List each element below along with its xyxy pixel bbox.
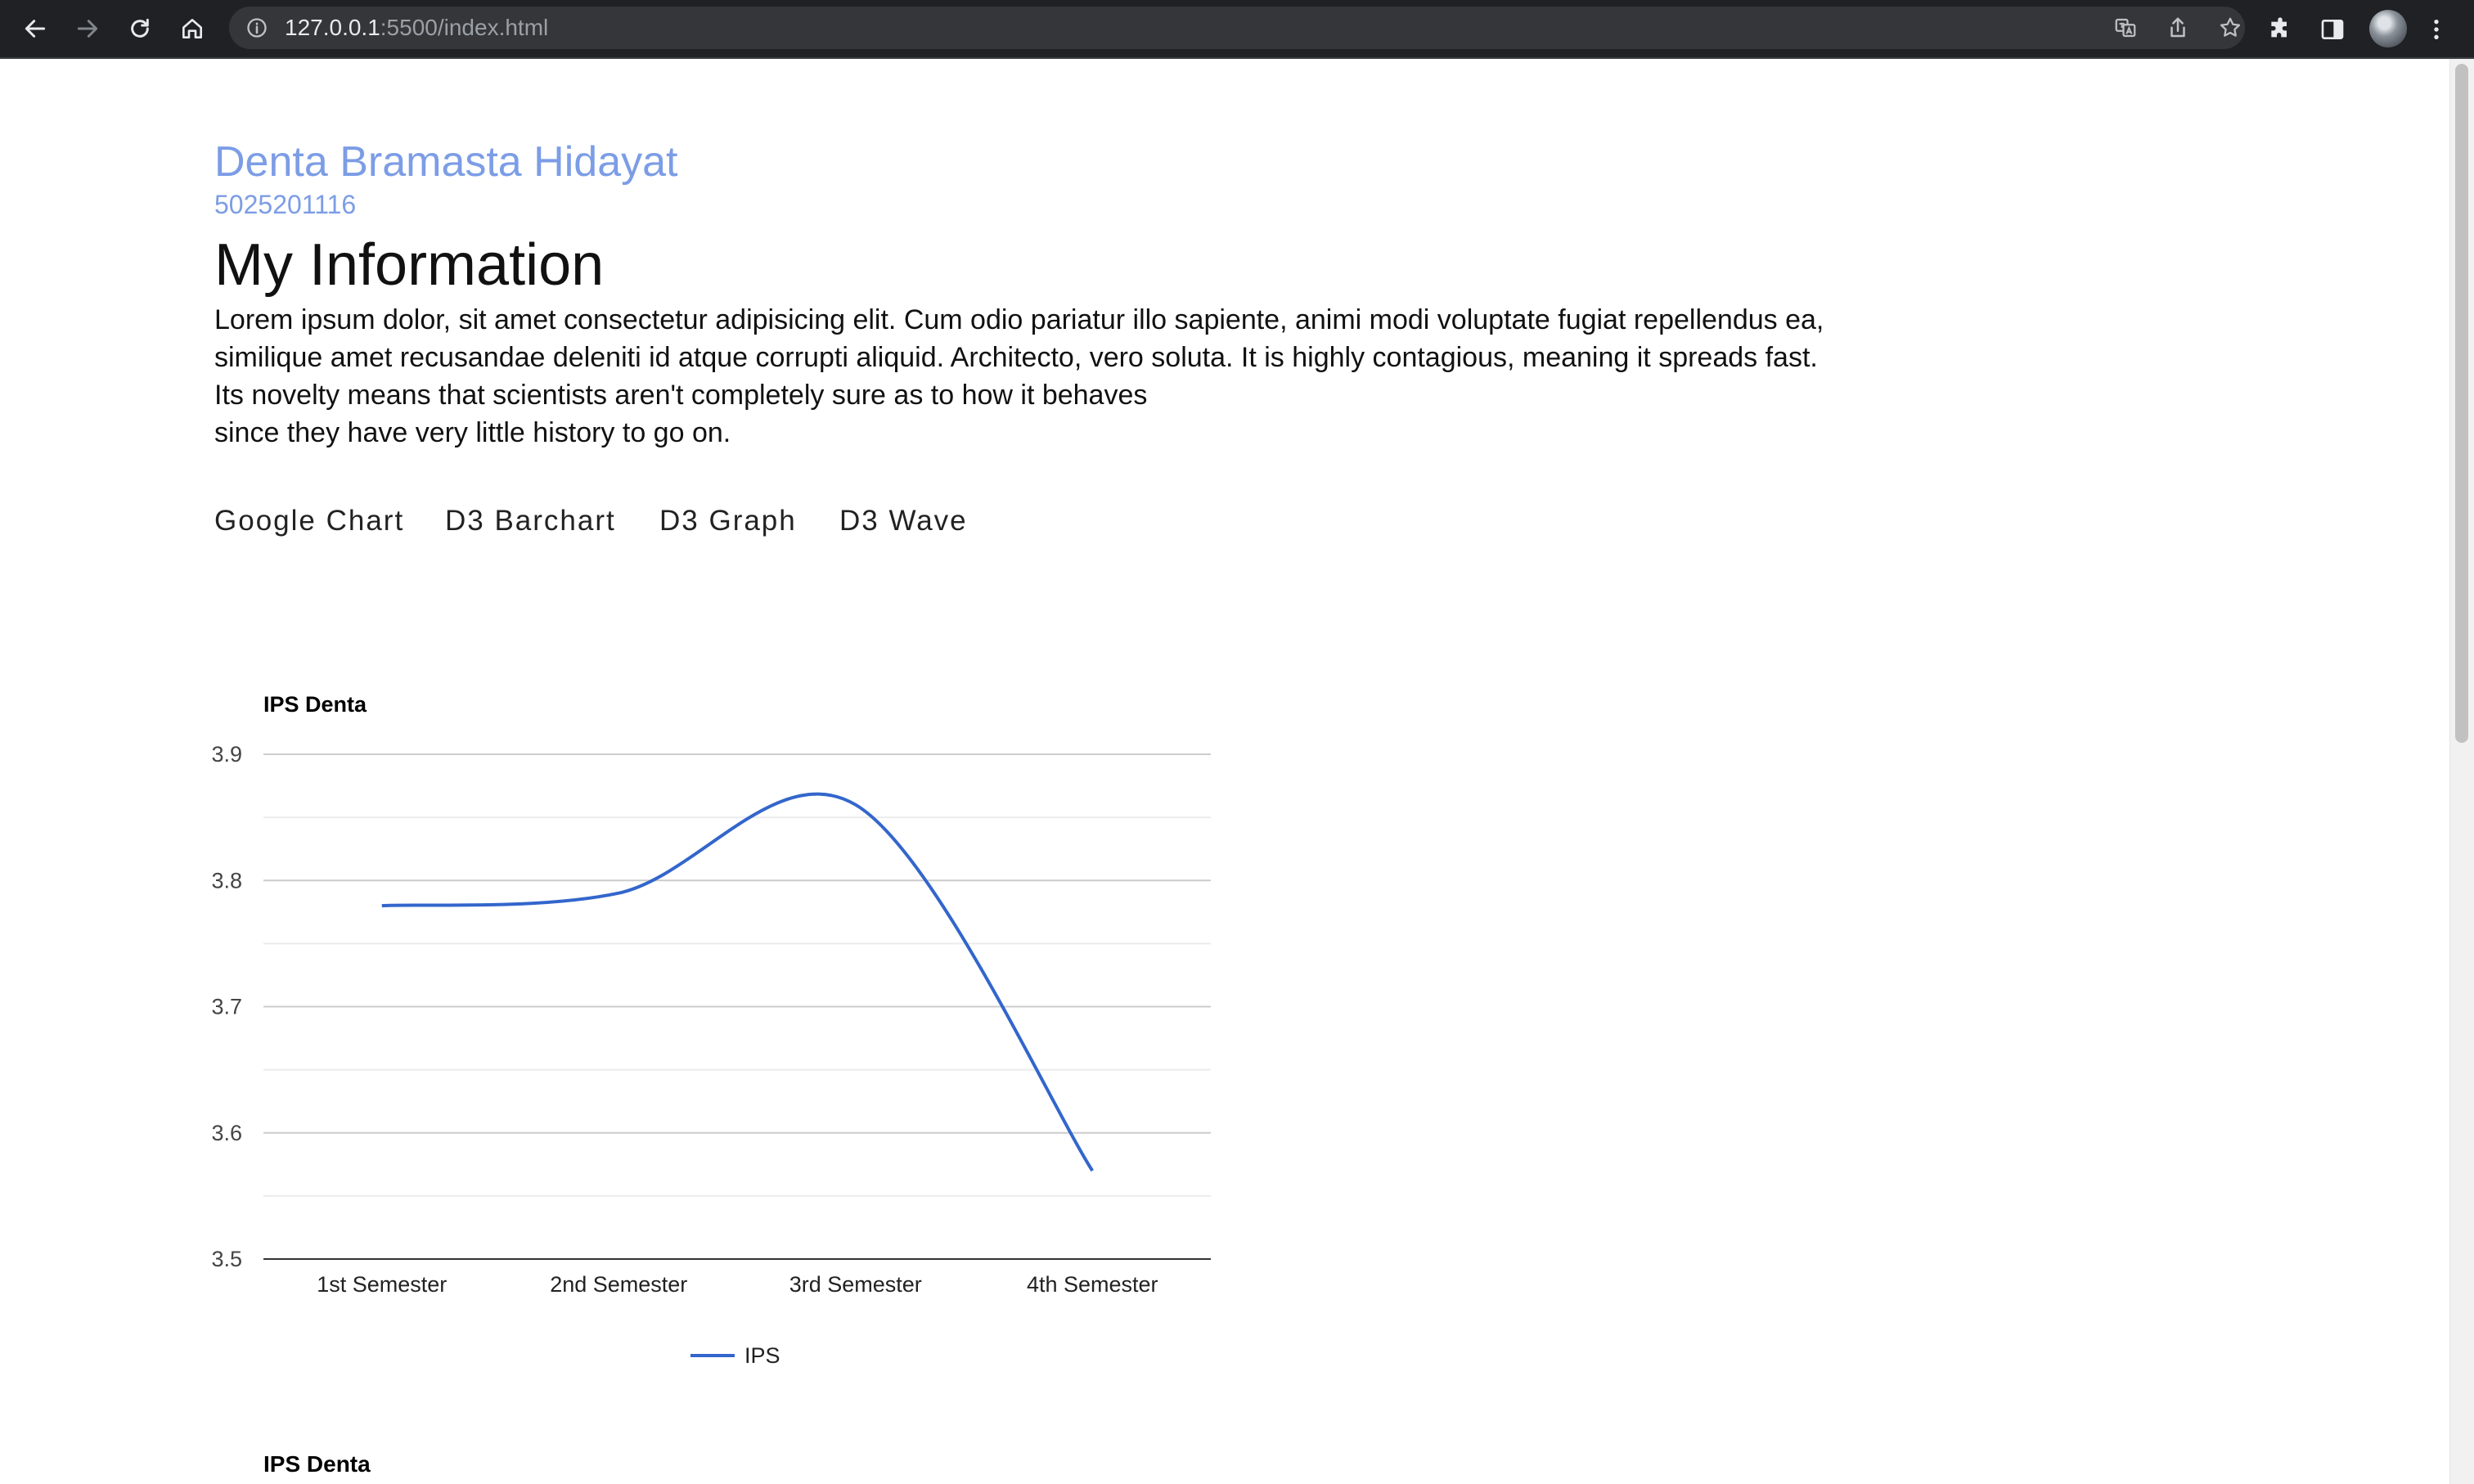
y-tick-label: 3.9 bbox=[211, 742, 242, 767]
intro-paragraph: Lorem ipsum dolor, sit amet consectetur … bbox=[214, 301, 1851, 452]
x-tick-label: 3rd Semester bbox=[789, 1272, 922, 1297]
page-content: Denta Bramasta Hidayat 5025201116 My Inf… bbox=[0, 59, 2449, 1484]
home-icon bbox=[182, 19, 202, 38]
share-icon bbox=[2170, 17, 2185, 38]
intro-line: Lorem ipsum dolor, sit amet consectetur … bbox=[214, 304, 1824, 335]
x-tick-label: 2nd Semester bbox=[550, 1272, 687, 1297]
profile-avatar[interactable] bbox=[2369, 10, 2407, 47]
intro-line: Its novelty means that scientists aren't… bbox=[214, 380, 1148, 411]
extensions-button[interactable] bbox=[2262, 11, 2298, 47]
second-chart-title: IPS Denta bbox=[263, 1451, 371, 1477]
line-chart: IPS Denta 3.5 3.6 3.7 3.8 3.9 1st Semester 2n… bbox=[211, 692, 1211, 1368]
tab-google-chart[interactable]: Google Chart bbox=[214, 501, 404, 542]
intro-line: since they have very little history to g… bbox=[214, 417, 731, 448]
menu-icon bbox=[2434, 20, 2439, 39]
forward-icon bbox=[77, 20, 98, 38]
extensions-icon bbox=[2271, 17, 2287, 38]
url-path: :5500/index.html bbox=[380, 15, 549, 40]
tab-d3-wave[interactable]: D3 Wave bbox=[839, 501, 968, 542]
bookmark-star-icon bbox=[2220, 17, 2241, 37]
series-line-ips bbox=[381, 792, 1094, 1172]
page-title: My Information bbox=[214, 232, 605, 298]
y-tick-label: 3.5 bbox=[211, 1247, 242, 1271]
scrollbar-thumb[interactable] bbox=[2455, 64, 2468, 743]
translate-button[interactable] bbox=[2111, 13, 2140, 43]
y-tick-label: 3.8 bbox=[211, 868, 242, 893]
student-id: 5025201116 bbox=[214, 190, 357, 219]
side-panel-button[interactable] bbox=[2314, 11, 2350, 47]
side-panel-icon bbox=[2321, 20, 2344, 39]
tab-d3-graph[interactable]: D3 Graph bbox=[659, 501, 797, 542]
url-text[interactable]: 127.0.0.1:5500/index.html bbox=[285, 7, 548, 49]
x-tick-label: 4th Semester bbox=[1027, 1272, 1158, 1297]
author-name: Denta Bramasta Hidayat bbox=[214, 138, 678, 186]
browser-toolbar: 127.0.0.1:5500/index.html bbox=[0, 0, 2474, 59]
legend-label: IPS bbox=[744, 1343, 780, 1368]
reload-button[interactable] bbox=[121, 10, 159, 47]
back-icon bbox=[25, 20, 46, 38]
x-tick-label: 1st Semester bbox=[317, 1272, 447, 1297]
menu-button[interactable] bbox=[2422, 11, 2451, 47]
chart-legend: IPS bbox=[690, 1343, 780, 1368]
back-button[interactable] bbox=[16, 10, 54, 47]
tab-d3-barchart[interactable]: D3 Barchart bbox=[445, 501, 616, 542]
home-button[interactable] bbox=[173, 10, 211, 47]
reload-icon bbox=[131, 18, 149, 38]
site-info-icon[interactable] bbox=[245, 16, 268, 39]
chart-title: IPS Denta bbox=[263, 692, 367, 717]
bookmark-button[interactable] bbox=[2215, 13, 2245, 43]
intro-line: similique amet recusandae deleniti id at… bbox=[214, 342, 1818, 373]
y-tick-label: 3.7 bbox=[211, 995, 242, 1019]
y-tick-label: 3.6 bbox=[211, 1121, 242, 1145]
address-bar[interactable]: 127.0.0.1:5500/index.html bbox=[229, 7, 2245, 49]
forward-button[interactable] bbox=[69, 10, 106, 47]
share-button[interactable] bbox=[2163, 13, 2193, 43]
url-host: 127.0.0.1 bbox=[285, 15, 380, 40]
translate-icon bbox=[2115, 18, 2136, 38]
